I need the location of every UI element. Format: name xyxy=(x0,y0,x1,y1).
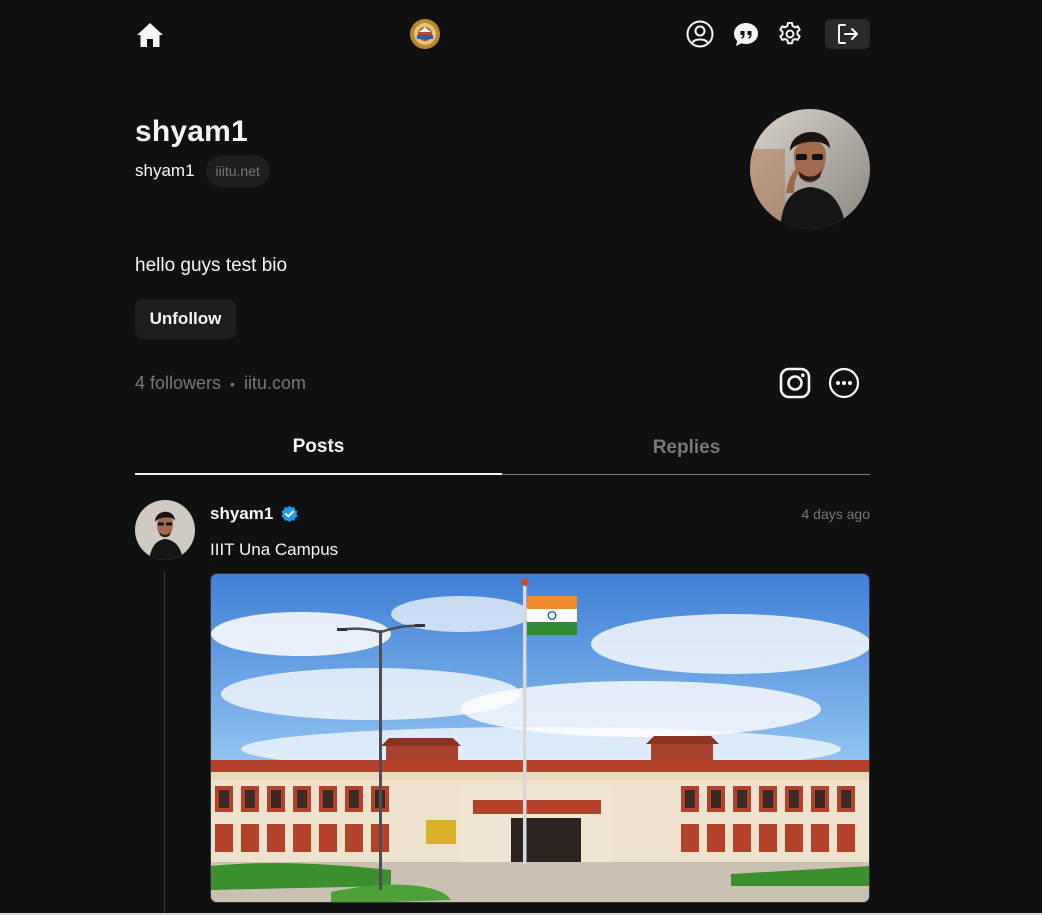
profile-link[interactable]: iitu.com xyxy=(244,373,306,394)
username: shyam1 xyxy=(135,161,195,180)
post-text: IIIT Una Campus xyxy=(210,540,339,559)
post-author-name: shyam1 xyxy=(210,504,274,523)
post-time: 4 days ago xyxy=(801,506,871,522)
institute-logo[interactable] xyxy=(409,18,441,50)
username-row: shyam1 iiitu.net xyxy=(135,155,270,187)
more-options-icon[interactable] xyxy=(828,367,860,399)
verified-badge-icon xyxy=(281,505,298,522)
social-links xyxy=(778,366,860,400)
chat-quote-icon[interactable] xyxy=(731,19,761,49)
post-author-avatar[interactable] xyxy=(135,500,195,560)
unfollow-button[interactable]: Unfollow xyxy=(135,299,236,339)
post-author[interactable]: shyam1 xyxy=(210,504,299,524)
user-circle-icon[interactable] xyxy=(685,19,715,49)
followers-count[interactable]: 4 followers xyxy=(135,373,221,394)
profile-name: shyam1 xyxy=(135,115,248,148)
profile-avatar[interactable] xyxy=(750,109,870,229)
logout-button[interactable] xyxy=(825,19,870,49)
profile-meta: 4 followers • iitu.com xyxy=(135,373,306,394)
domain-badge: iiitu.net xyxy=(205,155,270,187)
thread-line xyxy=(164,571,165,915)
profile-bio: hello guys test bio xyxy=(135,255,288,276)
tab-posts[interactable]: Posts xyxy=(135,420,502,475)
home-icon[interactable] xyxy=(135,20,165,50)
instagram-icon[interactable] xyxy=(778,366,812,400)
tab-replies[interactable]: Replies xyxy=(503,420,870,475)
meta-separator: • xyxy=(230,375,235,392)
logout-icon xyxy=(837,24,858,44)
top-nav xyxy=(135,18,870,52)
gear-icon[interactable] xyxy=(775,19,805,49)
post-image[interactable] xyxy=(210,573,870,903)
profile-tabs: Posts Replies xyxy=(135,420,870,475)
